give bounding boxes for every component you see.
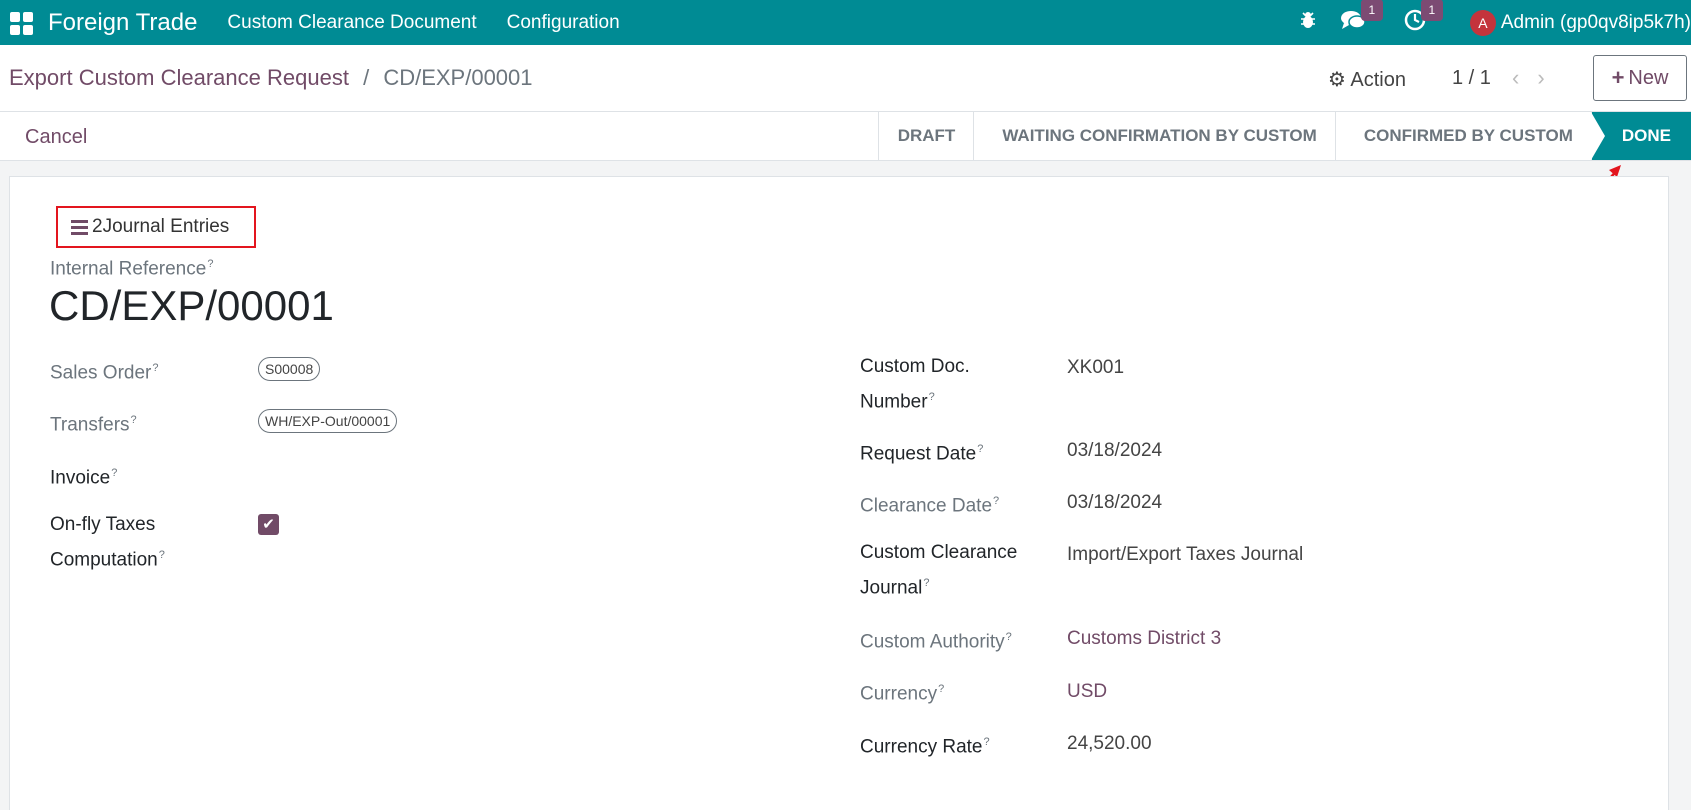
chevron-left-icon[interactable]: ‹: [1512, 65, 1537, 90]
transfers-label: Transfers?: [50, 414, 137, 436]
record-title: CD/EXP/00001: [49, 282, 334, 329]
new-label: New: [1628, 66, 1669, 89]
invoice-label: Invoice?: [50, 467, 118, 489]
sales-order-label: Sales Order?: [50, 362, 159, 384]
breadcrumb-parent[interactable]: Export Custom Clearance Request: [9, 65, 349, 90]
top-navbar: Foreign Trade Custom Clearance Document …: [0, 0, 1691, 45]
onfly-taxes-checkbox[interactable]: ✔: [258, 514, 279, 535]
chat-icon[interactable]: 1: [1340, 0, 1383, 37]
pager-nav: ‹›: [1512, 65, 1563, 91]
new-button[interactable]: + New: [1593, 55, 1687, 101]
app-brand[interactable]: Foreign Trade: [48, 9, 197, 37]
bug-icon[interactable]: [1298, 10, 1318, 36]
custom-doc-number-value[interactable]: XK001: [1067, 357, 1124, 379]
custom-authority-label: Custom Authority?: [860, 631, 1012, 653]
sales-order-tag[interactable]: S00008: [258, 357, 321, 381]
journal-entries-button[interactable]: 2 Journal Entries: [56, 206, 256, 248]
custom-clearance-journal-label: Custom Clearance Journal?: [860, 542, 1018, 599]
request-date-label: Request Date?: [860, 443, 984, 465]
currency-value[interactable]: USD: [1067, 681, 1107, 703]
chevron-right-icon[interactable]: ›: [1537, 65, 1562, 90]
stage-draft[interactable]: DRAFT: [877, 112, 974, 160]
user-menu[interactable]: Admin (gp0qv8ip5k7h): [1501, 12, 1691, 34]
breadcrumb: Export Custom Clearance Request / CD/EXP…: [9, 65, 533, 91]
currency-label: Currency?: [860, 683, 945, 705]
status-bar: Cancel DRAFT WAITING CONFIRMATION BY CUS…: [0, 112, 1691, 161]
avatar[interactable]: A: [1469, 9, 1496, 36]
currency-rate-label: Currency Rate?: [860, 736, 990, 758]
menu-custom-clearance-document[interactable]: Custom Clearance Document: [227, 12, 476, 34]
custom-doc-number-label: Custom Doc. Number?: [860, 356, 970, 413]
pager-value[interactable]: 1 / 1: [1452, 67, 1491, 90]
stage-pipeline: DRAFT WAITING CONFIRMATION BY CUSTOM CON…: [877, 112, 1691, 160]
clearance-date-value[interactable]: 03/18/2024: [1067, 492, 1162, 514]
clearance-date-label: Clearance Date?: [860, 495, 1000, 517]
app-grid-icon[interactable]: [7, 9, 35, 37]
stage-waiting-confirmation[interactable]: WAITING CONFIRMATION BY CUSTOM: [973, 112, 1335, 160]
form-sheet: [9, 176, 1669, 810]
systray: 1 1 A Admin (gp0qv8ip5k7h): [1298, 0, 1691, 45]
stage-done[interactable]: DONE: [1590, 112, 1691, 160]
breadcrumb-separator: /: [363, 65, 370, 90]
request-date-value[interactable]: 03/18/2024: [1067, 440, 1162, 462]
list-icon: [71, 217, 88, 238]
custom-authority-value[interactable]: Customs District 3: [1067, 628, 1221, 650]
internal-reference-label: Internal Reference?: [50, 258, 214, 280]
journal-entries-label: Journal Entries: [102, 216, 230, 237]
currency-rate-value[interactable]: 24,520.00: [1067, 733, 1152, 755]
journal-entries-count: 2: [92, 216, 103, 237]
stage-confirmed[interactable]: CONFIRMED BY CUSTOM: [1334, 112, 1591, 160]
chat-count-badge: 1: [1360, 0, 1383, 21]
breadcrumb-current: CD/EXP/00001: [383, 65, 533, 90]
clock-icon[interactable]: 1: [1404, 0, 1443, 37]
onfly-taxes-label: On-fly Taxes Computation?: [50, 514, 165, 571]
control-panel: Export Custom Clearance Request / CD/EXP…: [0, 45, 1691, 112]
custom-clearance-journal-value[interactable]: Import/Export Taxes Journal: [1067, 544, 1303, 566]
action-label: Action: [1350, 69, 1406, 91]
menu-configuration[interactable]: Configuration: [507, 12, 620, 34]
plus-icon: +: [1611, 65, 1625, 90]
transfers-tag[interactable]: WH/EXP-Out/00001: [258, 409, 398, 433]
gear-icon: ⚙: [1328, 69, 1346, 91]
cancel-button[interactable]: Cancel: [25, 126, 87, 149]
activity-count-badge: 1: [1420, 0, 1443, 21]
action-button[interactable]: ⚙ Action: [1328, 67, 1406, 92]
